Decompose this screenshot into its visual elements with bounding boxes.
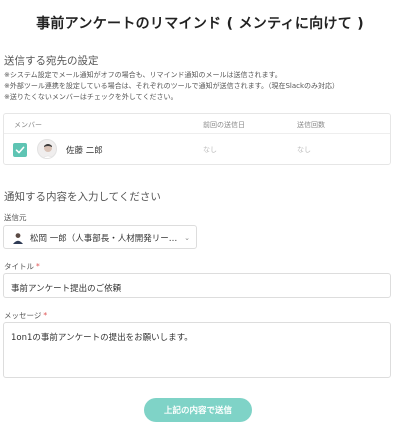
table-row: 佐藤 二郎 なし なし xyxy=(4,134,390,165)
content-heading: 通知する内容を入力してください xyxy=(4,191,161,203)
title-input[interactable]: 事前アンケート提出のご依頼 xyxy=(3,273,391,298)
chevron-down-icon: ⌄ xyxy=(184,234,190,242)
sender-label: 送信元 xyxy=(4,213,27,222)
message-label: メッセージ * xyxy=(4,310,47,321)
last-sent-value: なし xyxy=(203,146,217,154)
member-name: 佐藤 二郎 xyxy=(66,146,103,156)
title-label: タイトル * xyxy=(4,261,40,272)
member-checkbox[interactable] xyxy=(13,143,27,157)
user-avatar xyxy=(37,139,57,159)
destination-heading: 送信する宛先の設定 xyxy=(4,55,99,67)
person-icon xyxy=(13,233,23,244)
send-count-value: なし xyxy=(297,146,311,154)
table-header: メンバー 前回の送信日 送信回数 xyxy=(4,114,390,134)
note-line: ※送りたくないメンバーはチェックを外してください。 xyxy=(4,93,178,101)
member-table: メンバー 前回の送信日 送信回数 佐藤 二郎 なし なし xyxy=(3,113,391,165)
message-label-text: メッセージ xyxy=(4,311,42,320)
column-header-count: 送信回数 xyxy=(297,121,325,129)
submit-button[interactable]: 上記の内容で送信 xyxy=(144,398,252,422)
column-header-last-sent: 前回の送信日 xyxy=(203,121,245,129)
destination-notes: ※システム設定でメール通知がオフの場合も、リマインド通知のメールは送信されます。… xyxy=(4,70,339,103)
note-line: ※システム設定でメール通知がオフの場合も、リマインド通知のメールは送信されます。 xyxy=(4,71,282,79)
column-header-member: メンバー xyxy=(14,121,42,129)
message-textarea[interactable]: 1on1の事前アンケートの提出をお願いします。 xyxy=(3,322,391,378)
note-line: ※外部ツール連携を設定している場合は、それぞれのツールで通知が送信されます。（現… xyxy=(4,82,340,90)
title-label-text: タイトル xyxy=(4,262,34,271)
required-mark: * xyxy=(43,311,48,320)
required-mark: * xyxy=(36,262,40,271)
sender-select[interactable]: 松岡 一郎（人事部長・人材開発リーダ… ⌄ xyxy=(3,225,197,249)
check-icon xyxy=(15,146,25,154)
sender-value: 松岡 一郎（人事部長・人材開発リーダ… xyxy=(30,234,180,244)
page-title: 事前アンケートのリマインド ( メンティに向けて ) xyxy=(36,16,364,32)
